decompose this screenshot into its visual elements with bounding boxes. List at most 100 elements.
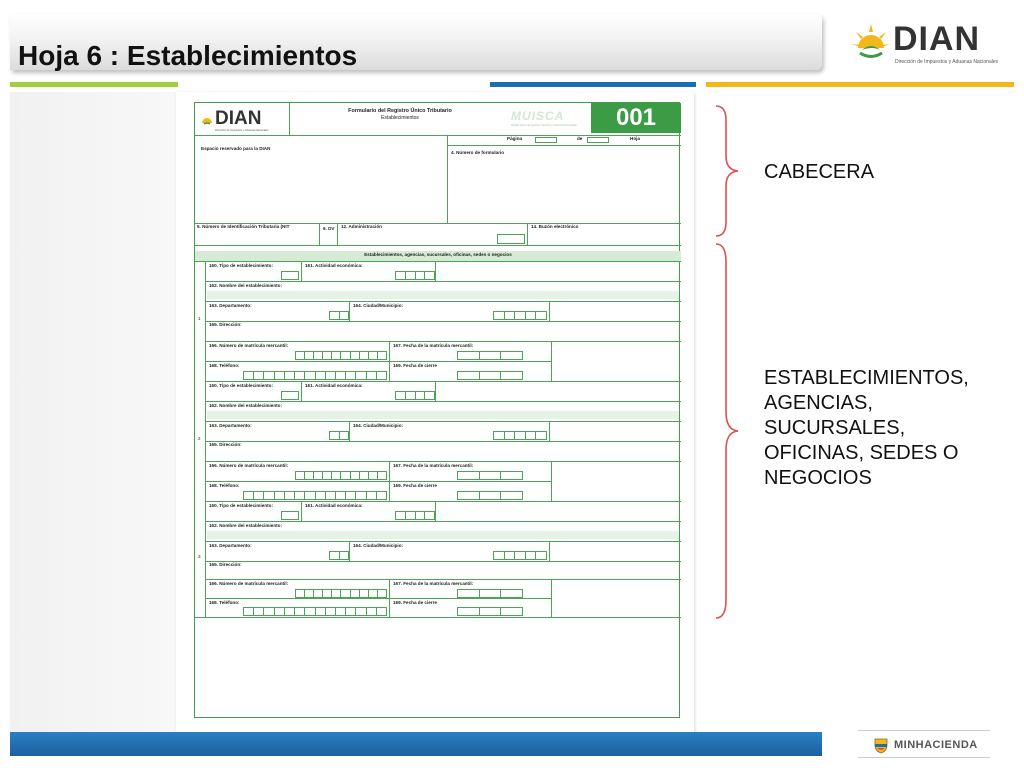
divider: [205, 598, 551, 599]
divider: [205, 341, 681, 342]
actividad-field[interactable]: [395, 511, 435, 520]
form-dian-logo: DIAN Dirección de Impuestos y Aduanas Na…: [201, 107, 285, 132]
field-nombre: 162. Nombre del establecimiento:: [209, 523, 283, 528]
fecha-cierre-field[interactable]: [457, 607, 524, 616]
dv-label: 6. DV: [323, 226, 335, 231]
logo-subtitle: Dirección de Impuestos y Aduanas Naciona…: [895, 59, 999, 65]
divider: [549, 421, 550, 441]
body-annotation: ESTABLECIMIENTOS, AGENCIAS, SUCURSALES, …: [764, 366, 969, 491]
departamento-field[interactable]: [329, 551, 349, 560]
field-direccion: 165. Dirección:: [209, 322, 242, 327]
telefono-field[interactable]: [243, 607, 388, 616]
annotation-line: AGENCIAS,: [764, 392, 873, 414]
field-tipo: 160. Tipo de establecimiento:: [209, 383, 273, 388]
divider: [205, 261, 206, 617]
left-panel: [10, 92, 176, 732]
rule-yellow: [706, 82, 1014, 87]
matricula-field[interactable]: [295, 589, 387, 598]
tipo-field[interactable]: [281, 391, 299, 400]
field-ciudad: 164. Ciudad/Municipio:: [353, 423, 404, 428]
field-direccion: 165. Dirección:: [209, 442, 242, 447]
fecha-matricula-field[interactable]: [457, 471, 524, 480]
fecha-matricula-field[interactable]: [457, 351, 524, 360]
field-tipo: 160. Tipo de establecimiento:: [209, 503, 273, 508]
departamento-field[interactable]: [329, 431, 349, 440]
fecha-cierre-field[interactable]: [457, 491, 524, 500]
field-matricula: 166. Número de matrícula mercantil:: [209, 581, 289, 586]
field-telefono: 168. Teléfono:: [209, 483, 240, 488]
divider: [527, 223, 528, 245]
divider: [349, 421, 350, 441]
divider: [435, 261, 436, 281]
tipo-field[interactable]: [281, 511, 299, 520]
logo-text: DIAN: [893, 20, 981, 58]
field-fecha-cierre: 169. Fecha de cierre: [393, 600, 437, 605]
field-tipo: 160. Tipo de establecimiento:: [209, 263, 273, 268]
muisca-text: MUISCA: [511, 109, 565, 123]
page-field[interactable]: [535, 137, 557, 143]
divider: [205, 321, 681, 322]
minhacienda-logo: MINHACIENDA: [858, 730, 990, 758]
field-departamento: 163. Departamento:: [209, 423, 252, 428]
nombre-field[interactable]: [207, 291, 679, 299]
field-telefono: 168. Teléfono:: [209, 363, 240, 368]
departamento-field[interactable]: [329, 311, 349, 320]
admin-field[interactable]: [497, 234, 525, 244]
header-annotation: CABECERA: [764, 161, 875, 183]
field-direccion: 165. Dirección:: [209, 562, 242, 567]
ciudad-field[interactable]: [493, 551, 547, 560]
actividad-field[interactable]: [395, 271, 435, 280]
field-actividad: 161. Actividad económica:: [305, 503, 363, 508]
field-fecha-cierre: 169. Fecha de cierre: [393, 363, 437, 368]
divider: [205, 441, 681, 442]
form-titles: Formulario del Registro Único Tributario…: [335, 108, 465, 121]
divider: [205, 421, 681, 422]
nombre-field[interactable]: [207, 411, 679, 419]
divider: [205, 381, 681, 382]
divider: [205, 461, 681, 462]
field-ciudad: 164. Ciudad/Municipio:: [353, 303, 404, 308]
actividad-field[interactable]: [395, 391, 435, 400]
nit-label: 5. Número de Identificación Tributaria (…: [197, 224, 290, 229]
minhacienda-text: MINHACIENDA: [894, 739, 978, 751]
divider: [205, 361, 551, 362]
block-index: 1: [198, 316, 201, 321]
divider: [301, 261, 302, 281]
field-fecha-matricula: 167. Fecha de la matrícula mercantil:: [393, 581, 474, 586]
divider: [195, 135, 681, 136]
field-fecha-cierre: 169. Fecha de cierre: [393, 483, 437, 488]
block-index: 3: [198, 554, 201, 559]
divider: [319, 223, 320, 245]
divider: [195, 261, 681, 262]
ciudad-field[interactable]: [493, 311, 547, 320]
header-brace-icon: [715, 105, 739, 237]
field-departamento: 163. Departamento:: [209, 543, 252, 548]
nombre-field[interactable]: [207, 531, 679, 539]
rule-blue: [490, 82, 696, 87]
divider: [435, 381, 436, 401]
ciudad-field[interactable]: [493, 431, 547, 440]
fecha-matricula-field[interactable]: [457, 589, 524, 598]
matricula-field[interactable]: [295, 351, 387, 360]
telefono-field[interactable]: [243, 371, 388, 380]
annotation-line: SUCURSALES,: [764, 417, 906, 439]
divider: [447, 135, 448, 223]
field-fecha-matricula: 167. Fecha de la matrícula mercantil:: [393, 463, 474, 468]
form-frame: DIAN Dirección de Impuestos y Aduanas Na…: [194, 102, 681, 718]
form-title: Formulario del Registro Único Tributario: [348, 108, 452, 114]
field-telefono: 168. Teléfono:: [209, 600, 240, 605]
fecha-cierre-field[interactable]: [457, 371, 524, 380]
telefono-field[interactable]: [243, 491, 388, 500]
block-index: 2: [198, 436, 201, 441]
divider: [205, 579, 681, 580]
field-actividad: 161. Actividad económica:: [305, 263, 363, 268]
of-field[interactable]: [587, 137, 609, 143]
divider: [205, 401, 681, 402]
divider: [205, 301, 681, 302]
divider: [447, 145, 681, 146]
field-actividad: 161. Actividad económica:: [305, 383, 363, 388]
matricula-field[interactable]: [295, 471, 387, 480]
field-matricula: 166. Número de matrícula mercantil:: [209, 343, 289, 348]
tipo-field[interactable]: [281, 271, 299, 280]
divider: [205, 481, 551, 482]
